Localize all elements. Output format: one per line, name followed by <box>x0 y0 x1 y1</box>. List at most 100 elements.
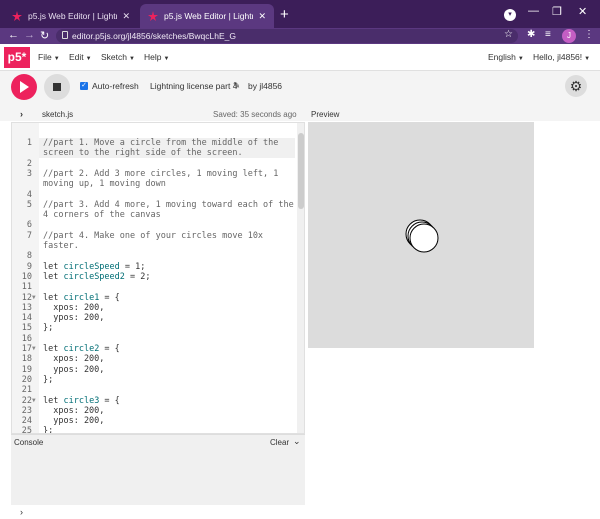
code-line[interactable]: 12 ▼ let circle1 = { <box>12 293 297 303</box>
code-line[interactable]: 15}; <box>12 323 297 333</box>
code-line[interactable]: 25}; <box>12 426 297 433</box>
forward-icon[interactable]: → <box>24 29 35 41</box>
code-line[interactable]: 11 <box>12 282 297 292</box>
line-number: 2 <box>26 158 32 169</box>
line-number: 19 <box>21 364 32 375</box>
fold-arrow-icon[interactable]: ▼ <box>32 344 36 354</box>
line-number: 7 <box>26 230 32 241</box>
extensions-icon[interactable]: ✱ <box>527 29 535 40</box>
console-header: Console Clear ⌄ <box>11 434 305 448</box>
code-line[interactable]: 19 ypos: 200, <box>12 365 297 375</box>
chevron-down-icon: ▼ <box>163 56 170 62</box>
collapse-console-icon[interactable]: ⌄ <box>293 436 301 447</box>
code-editor[interactable]: 1 //part 1. Move a circle from the middle… <box>11 122 305 434</box>
code-line[interactable]: moving up, 1 moving down <box>12 179 297 189</box>
code-line[interactable]: 21 <box>12 385 297 395</box>
console-prompt[interactable]: › <box>20 507 23 517</box>
code-line[interactable]: 23 xpos: 200, <box>12 406 297 416</box>
auto-refresh-checkbox[interactable]: ✓ <box>80 82 88 90</box>
reload-icon[interactable]: ↻ <box>40 29 49 42</box>
sketch-owner: by jl4856 <box>248 81 283 91</box>
chevron-down-icon: ▼ <box>584 56 591 62</box>
sketch-preview-canvas[interactable] <box>308 122 534 348</box>
code-text: let circle2 = { <box>43 344 120 354</box>
code-line[interactable]: 16 <box>12 334 297 344</box>
line-number: 1 <box>26 138 32 148</box>
address-bar: ← → ↻ editor.p5js.org/jl4856/sketches/Bw… <box>0 28 600 44</box>
more-options-icon[interactable]: ⋮ <box>584 29 594 40</box>
code-line[interactable]: 20}; <box>12 375 297 385</box>
line-number: 5 <box>26 199 32 210</box>
code-line[interactable]: 7 //part 4. Make one of your circles move… <box>12 231 297 241</box>
pencil-icon[interactable]: ✎ <box>233 80 240 91</box>
play-button[interactable] <box>11 74 37 100</box>
code-text: //part 1. Move a circle from the middle … <box>43 138 279 148</box>
browser-tab-title: p5.js Web Editor | Lightning licen <box>164 11 253 21</box>
code-text: let circleSpeed = 1; <box>43 261 146 272</box>
close-tab-icon[interactable]: ✕ <box>122 11 130 22</box>
code-line[interactable]: 5 //part 3. Add 4 more, 1 moving toward e… <box>12 200 297 210</box>
code-line[interactable]: 13 xpos: 200, <box>12 303 297 313</box>
chevron-down-icon: ▼ <box>53 56 60 62</box>
lock-icon[interactable] <box>62 31 68 39</box>
clear-console-button[interactable]: Clear <box>270 438 289 447</box>
console-output <box>11 448 305 505</box>
close-tab-icon[interactable]: ✕ <box>258 11 266 22</box>
language-menu[interactable]: English ▼ <box>488 52 524 62</box>
profile-avatar[interactable]: J <box>562 29 576 43</box>
code-line[interactable]: 6 <box>12 220 297 230</box>
menu-sketch-label: Sketch <box>101 52 127 62</box>
line-number: 9 <box>26 261 32 272</box>
code-line[interactable]: screen to the right side of the screen. <box>12 148 297 158</box>
sketch-toolbar: ✓ Auto-refresh Lightning license part 4 … <box>0 71 600 109</box>
expand-sidebar-icon[interactable]: › <box>20 109 23 119</box>
code-line[interactable]: 14 ypos: 200, <box>12 313 297 323</box>
tab-search-icon[interactable]: ▾ <box>504 9 516 21</box>
code-text: ypos: 200, <box>43 364 105 375</box>
line-number: 15 <box>21 323 32 334</box>
close-window-icon[interactable]: ✕ <box>578 5 587 18</box>
settings-button[interactable]: ⚙ <box>565 75 587 97</box>
browser-tab-2[interactable]: p5.js Web Editor | Lightning licen ✕ <box>140 4 274 28</box>
code-line[interactable]: 17 ▼ let circle2 = { <box>12 344 297 354</box>
p5-logo[interactable]: p5* <box>4 47 30 68</box>
user-menu[interactable]: Hello, jl4856! ▼ <box>533 52 590 62</box>
reading-list-icon[interactable]: ≡ <box>545 29 551 40</box>
menu-edit[interactable]: Edit ▼ <box>69 52 92 62</box>
code-line[interactable]: 22 ▼ let circle3 = { <box>12 396 297 406</box>
code-line[interactable]: 24 ypos: 200, <box>12 416 297 426</box>
code-line[interactable]: 1 //part 1. Move a circle from the middle… <box>12 138 297 148</box>
browser-tab-1[interactable]: p5.js Web Editor | Lightning licen ✕ <box>4 4 138 28</box>
code-line[interactable]: 18 xpos: 200, <box>12 354 297 364</box>
code-line[interactable]: 4 <box>12 190 297 200</box>
stop-button[interactable] <box>44 74 70 100</box>
code-text: }; <box>43 374 54 385</box>
editor-scrollbar-thumb[interactable] <box>298 133 304 209</box>
minimize-icon[interactable]: — <box>528 5 539 17</box>
code-line[interactable]: 3 //part 2. Add 3 more circles, 1 moving … <box>12 169 297 179</box>
back-icon[interactable]: ← <box>8 29 19 41</box>
code-line[interactable]: 10 let circleSpeed2 = 2; <box>12 272 297 282</box>
maximize-icon[interactable]: ❐ <box>552 5 562 18</box>
code-line[interactable]: 2 <box>12 159 297 169</box>
menu-file[interactable]: File ▼ <box>38 52 60 62</box>
line-number: 20 <box>21 374 32 385</box>
code-line[interactable]: faster. <box>12 241 297 251</box>
circle-shape <box>409 223 439 253</box>
code-text: xpos: 200, <box>43 354 105 365</box>
bookmark-star-icon[interactable]: ☆ <box>504 29 513 40</box>
sketch-name[interactable]: Lightning license part 4 <box>150 81 237 91</box>
new-tab-button[interactable]: + <box>280 6 289 23</box>
line-number: 10 <box>21 271 32 282</box>
fold-arrow-icon[interactable]: ▼ <box>32 293 36 303</box>
editor-header: › sketch.js Saved: 35 seconds ago Previe… <box>0 109 600 121</box>
menu-sketch[interactable]: Sketch ▼ <box>101 52 135 62</box>
code-line[interactable]: 4 corners of the canvas <box>12 210 297 220</box>
menu-help[interactable]: Help ▼ <box>144 52 169 62</box>
fold-arrow-icon[interactable]: ▼ <box>32 396 36 406</box>
chevron-down-icon: ▼ <box>129 56 135 62</box>
code-text: //part 2. Add 3 more circles, 1 moving l… <box>43 168 279 179</box>
code-line[interactable]: 8 <box>12 251 297 261</box>
url-field[interactable]: editor.p5js.org/jl4856/sketches/BwqcLhE_… <box>56 29 518 43</box>
code-line[interactable]: 9 let circleSpeed = 1; <box>12 262 297 272</box>
